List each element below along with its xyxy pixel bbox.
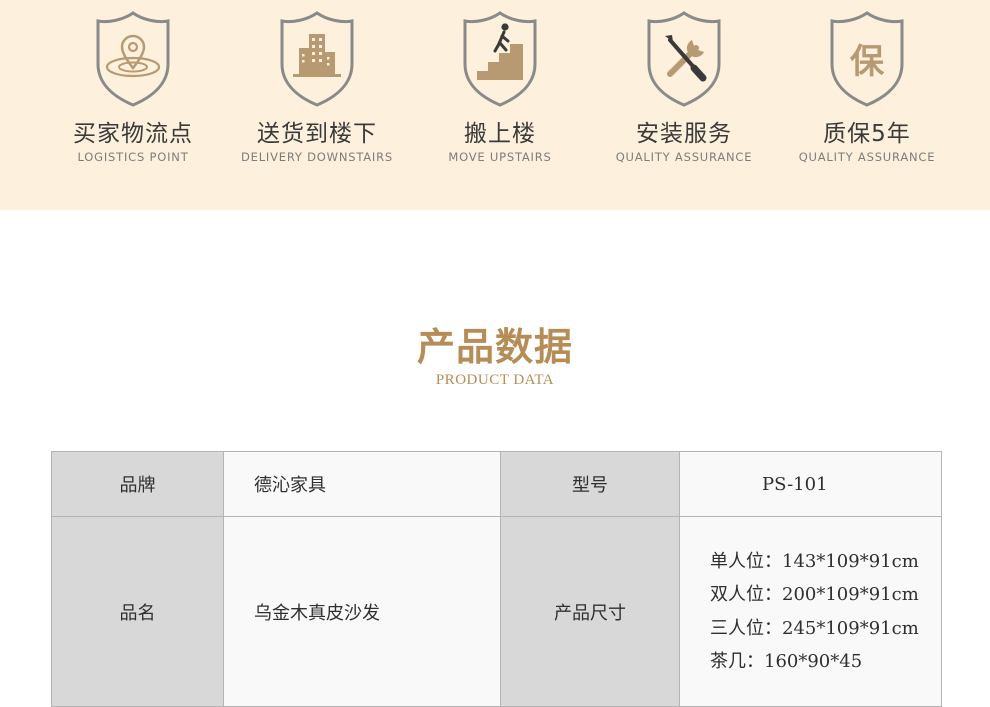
brand-value: 德沁家具 bbox=[223, 451, 501, 517]
size-label: 产品尺寸 bbox=[500, 516, 680, 707]
service-banner: 买家物流点 LOGISTICS POINT 送货到楼下 DELIVERY DOW… bbox=[0, 0, 990, 210]
size-values: 单人位：143*109*91cm 双人位：200*109*91cm 三人位：24… bbox=[679, 516, 942, 707]
building-icon bbox=[280, 11, 354, 107]
table-row: 品名 乌金木真皮沙发 产品尺寸 单人位：143*109*91cm 双人位：200… bbox=[51, 516, 942, 707]
section-subtitle: PRODUCT DATA bbox=[435, 372, 555, 388]
service-title: 安装服务 bbox=[636, 121, 732, 147]
location-pin-icon bbox=[96, 11, 170, 107]
service-subtitle: QUALITY ASSURANCE bbox=[615, 150, 753, 164]
service-subtitle: DELIVERY DOWNSTAIRS bbox=[240, 150, 394, 164]
warranty-glyph: 保 bbox=[850, 42, 885, 82]
list-item: 三人位：245*109*91cm bbox=[710, 617, 919, 639]
table-row: 品牌 德沁家具 型号 PS-101 bbox=[51, 451, 942, 517]
name-value: 乌金木真皮沙发 bbox=[223, 516, 501, 707]
service-title: 送货到楼下 bbox=[257, 121, 377, 147]
brand-label: 品牌 bbox=[51, 451, 224, 517]
service-item-warranty: 保 质保5年 QUALITY ASSURANCE bbox=[777, 10, 957, 164]
section-title: 产品数据 bbox=[416, 324, 573, 369]
wrench-screwdriver-icon bbox=[647, 11, 721, 107]
stairs-climber-icon bbox=[463, 11, 537, 107]
service-subtitle: MOVE UPSTAIRS bbox=[448, 150, 552, 164]
service-title: 质保5年 bbox=[823, 121, 911, 147]
warranty-char-icon: 保 bbox=[830, 11, 904, 107]
service-title: 买家物流点 bbox=[73, 121, 193, 147]
service-item-logistics: 买家物流点 LOGISTICS POINT bbox=[43, 10, 223, 164]
service-subtitle: QUALITY ASSURANCE bbox=[798, 150, 936, 164]
service-title: 搬上楼 bbox=[464, 121, 536, 147]
size-list: 单人位：143*109*91cm 双人位：200*109*91cm 三人位：24… bbox=[680, 545, 941, 679]
service-subtitle: LOGISTICS POINT bbox=[77, 150, 189, 164]
list-item: 单人位：143*109*91cm bbox=[710, 550, 919, 572]
service-item-upstairs: 搬上楼 MOVE UPSTAIRS bbox=[410, 10, 590, 164]
list-item: 茶几：160*90*45 bbox=[710, 651, 863, 672]
name-label: 品名 bbox=[51, 516, 224, 707]
model-label: 型号 bbox=[500, 451, 680, 517]
product-spec-table: 品牌 德沁家具 型号 PS-101 品名 乌金木真皮沙发 产品尺寸 单人位：14… bbox=[51, 451, 942, 707]
model-value: PS-101 bbox=[679, 451, 942, 517]
service-item-installation: 安装服务 QUALITY ASSURANCE bbox=[594, 10, 774, 164]
service-item-delivery: 送货到楼下 DELIVERY DOWNSTAIRS bbox=[227, 10, 407, 164]
list-item: 双人位：200*109*91cm bbox=[710, 584, 919, 605]
